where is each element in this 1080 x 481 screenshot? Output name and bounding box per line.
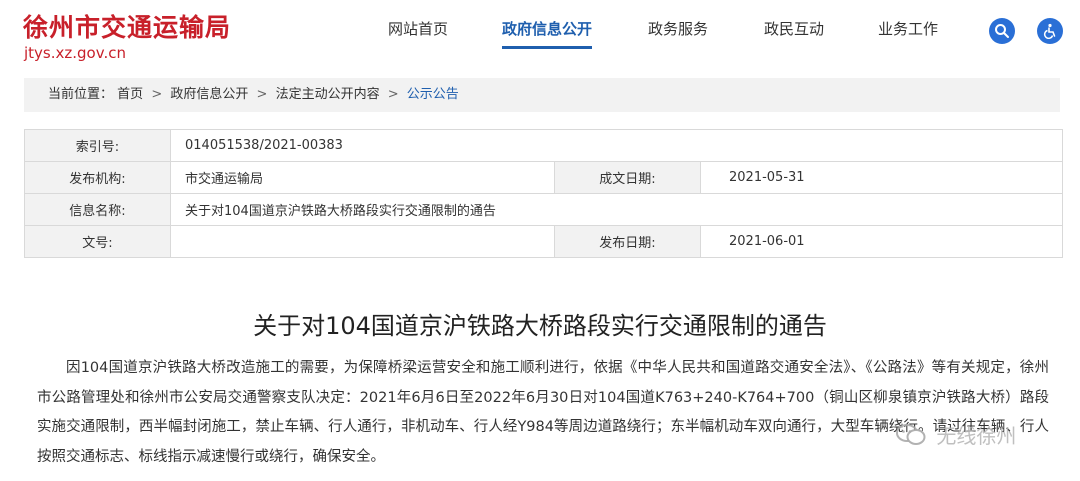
breadcrumb-home[interactable]: 首页 (117, 87, 143, 102)
nav-item-home[interactable]: 网站首页 (388, 18, 448, 49)
created-date-value: 2021-05-31 (700, 161, 1063, 194)
breadcrumb-announcements[interactable]: 公示公告 (407, 87, 459, 102)
nav-item-gov-info-label: 政府信息公开 (502, 20, 593, 38)
watermark: 无线徐州 (896, 420, 1016, 452)
created-date-label: 成文日期: (554, 161, 701, 194)
nav-active-underline (502, 46, 593, 49)
breadcrumb-statutory[interactable]: 法定主动公开内容 (276, 87, 380, 102)
site-header: 徐州市交通运输局 jtys.xz.gov.cn 网站首页 政府信息公开 政务服务… (0, 0, 1080, 72)
breadcrumb-separator: > (387, 87, 399, 102)
meta-row-publisher: 发布机构: 市交通运输局 成文日期: 2021-05-31 (24, 161, 1063, 194)
info-name-value: 关于对104国道京沪铁路大桥路段实行交通限制的通告 (170, 193, 1063, 226)
nav-item-business[interactable]: 业务工作 (878, 18, 938, 49)
nav-item-services[interactable]: 政务服务 (648, 18, 708, 49)
breadcrumb: 当前位置： 首页 > 政府信息公开 > 法定主动公开内容 > 公示公告 (24, 78, 1060, 112)
doc-number-label: 文号: (24, 225, 171, 258)
wheelchair-icon-glyph (1043, 23, 1056, 39)
publish-date-label: 发布日期: (554, 225, 701, 258)
wechat-icon (896, 423, 926, 452)
site-name[interactable]: 徐州市交通运输局 (23, 8, 231, 44)
nav-item-interaction[interactable]: 政民互动 (764, 18, 824, 49)
index-value: 014051538/2021-00383 (170, 129, 1063, 162)
info-name-label: 信息名称: (24, 193, 171, 226)
publish-date-value: 2021-06-01 (700, 225, 1063, 258)
info-meta-table: 索引号: 014051538/2021-00383 发布机构: 市交通运输局 成… (24, 129, 1063, 258)
search-icon[interactable] (989, 18, 1015, 44)
search-icon-glyph (995, 24, 1009, 38)
breadcrumb-gov-info[interactable]: 政府信息公开 (170, 87, 248, 102)
meta-row-name: 信息名称: 关于对104国道京沪铁路大桥路段实行交通限制的通告 (24, 193, 1063, 226)
publisher-value: 市交通运输局 (170, 161, 555, 194)
article-title: 关于对104国道京沪铁路大桥路段实行交通限制的通告 (253, 312, 827, 340)
wheelchair-icon[interactable] (1037, 18, 1063, 44)
meta-row-index: 索引号: 014051538/2021-00383 (24, 129, 1063, 162)
index-label: 索引号: (24, 129, 171, 162)
breadcrumb-prefix: 当前位置： (48, 87, 114, 102)
watermark-text: 无线徐州 (936, 424, 1017, 448)
meta-row-docno: 文号: 发布日期: 2021-06-01 (24, 225, 1063, 258)
site-domain: jtys.xz.gov.cn (24, 44, 126, 62)
breadcrumb-separator: > (256, 87, 268, 102)
doc-number-value (170, 225, 555, 258)
article-body: 因104国道京沪铁路大桥改造施工的需要，为保障桥梁运营安全和施工顺利进行，依据《… (37, 360, 1049, 465)
publisher-label: 发布机构: (24, 161, 171, 194)
nav-item-gov-info[interactable]: 政府信息公开 (502, 18, 593, 49)
breadcrumb-separator: > (151, 87, 163, 102)
